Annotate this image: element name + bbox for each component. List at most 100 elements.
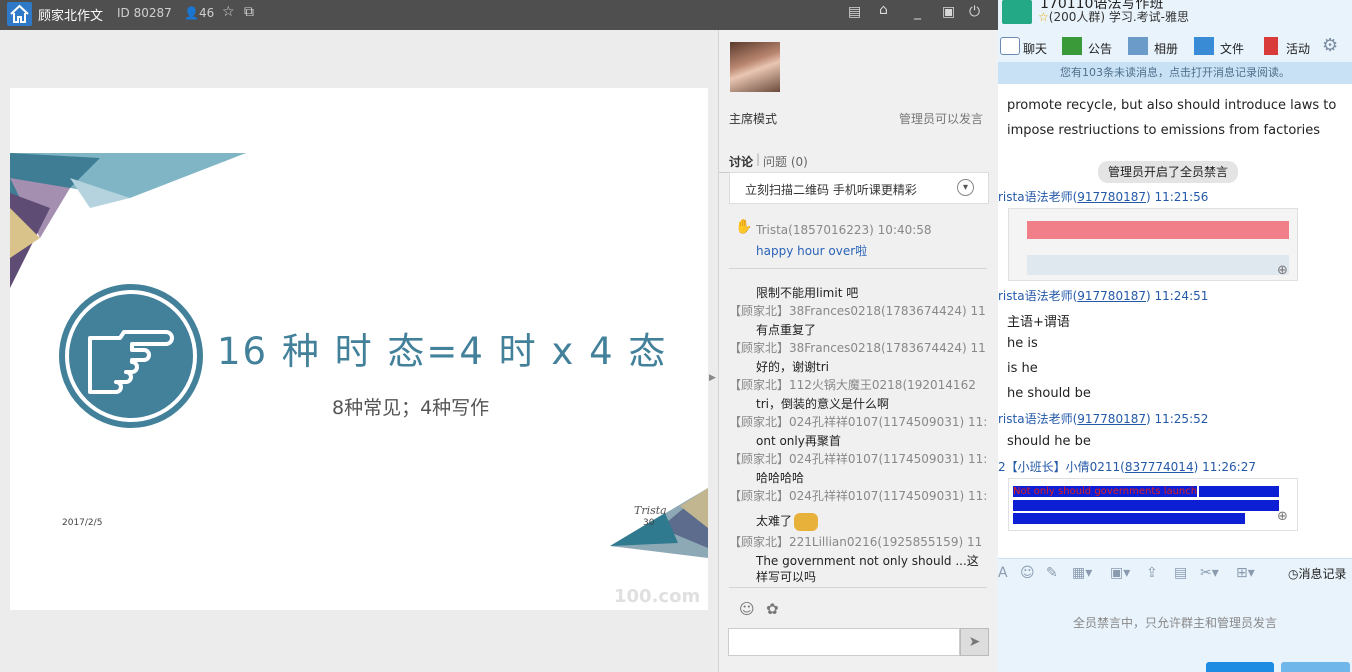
- muted-notice: 全员禁言中，只允许群主和管理员发言: [1072, 616, 1277, 630]
- slide-title: 16 种 时 态=4 时 x 4 态: [217, 330, 668, 373]
- zoom-in-icon[interactable]: ⊕: [1277, 509, 1288, 524]
- tab-files[interactable]: 文件: [1220, 40, 1244, 57]
- mode-label: 主席模式: [729, 112, 778, 126]
- message-text: 主语+谓语: [1007, 315, 1070, 330]
- send-icon[interactable]: ➤: [960, 628, 989, 656]
- notice-banner[interactable]: 立刻扫描二维码 手机听课更精彩 ▾: [729, 172, 989, 204]
- message-text: is he: [1007, 361, 1038, 376]
- highlight-bar: [1013, 513, 1245, 524]
- emoji-icon[interactable]: ☺: [739, 600, 755, 618]
- collapse-arrow-icon[interactable]: ▶: [709, 373, 716, 383]
- chat-sender: 【顾家北】112火锅大魔王0218(192014162: [729, 378, 976, 392]
- zoom-in-icon[interactable]: ⊕: [1277, 263, 1288, 278]
- message-text: he is: [1007, 336, 1038, 351]
- clock-icon: ◷: [1288, 567, 1299, 581]
- slide-subtitle: 8种常见；4种写作: [332, 397, 490, 419]
- chat-message: 限制不能用limit 吧: [756, 286, 859, 300]
- image-icon[interactable]: ▣▾: [1110, 565, 1130, 581]
- emoji-face-icon: [794, 512, 819, 531]
- message-text: he should be: [1007, 386, 1091, 401]
- scissors-icon[interactable]: ✂▾: [1200, 565, 1219, 581]
- group-logo-icon: [1002, 0, 1032, 24]
- font-icon[interactable]: A: [998, 565, 1008, 581]
- user-icon: 👤: [184, 6, 199, 20]
- gear-icon[interactable]: ⚙: [1322, 35, 1338, 56]
- chat-sender: 【顾家北】38Frances0218(1783674424) 11:: [729, 341, 987, 355]
- divider: [729, 587, 987, 588]
- message-image[interactable]: Not only should governments launch ⊕: [1008, 478, 1298, 531]
- chat-sender: 【顾家北】024孔祥祥0107(1174509031) 11:: [729, 489, 987, 503]
- chat-message: 好的，谢谢tri: [756, 360, 829, 374]
- notes-icon[interactable]: ▤: [848, 4, 861, 20]
- folder-icon: [1194, 37, 1214, 55]
- chat-message: tri，倒装的意义是什么啊: [756, 397, 889, 411]
- qq-group-window: 170110语法写作班 ☆(200人群) 学习.考试-雅思 聊天 公告 相册 文…: [998, 0, 1352, 672]
- text-snippet: [1027, 255, 1289, 275]
- chat-message: 样写可以吗: [756, 570, 817, 584]
- tab-questions[interactable]: 问题 (0): [763, 153, 808, 170]
- minimize-icon[interactable]: _: [914, 4, 921, 20]
- classroom-titlebar: 顾家北作文 ID 80287 👤46 ☆ ⧉ ▤ ⌂ _ ▣ ⏻: [0, 0, 998, 30]
- image-text: Not only should governments launch: [1013, 486, 1198, 497]
- slide-area: 16 种 时 态=4 时 x 4 态 8种常见；4种写作 2017/2/5 Tr…: [0, 30, 718, 672]
- message-header: rista语法老师(917780187) 11:25:52: [998, 412, 1209, 426]
- message-header: 2【小班长】小倩0211(837774014) 11:26:27: [998, 460, 1256, 474]
- star-icon[interactable]: ☆: [222, 4, 235, 20]
- activity-flag-icon: [1264, 37, 1278, 55]
- close-button[interactable]: [1206, 662, 1274, 672]
- chat-message: 哈哈哈哈: [756, 471, 805, 485]
- message-image[interactable]: ⊕: [1008, 208, 1298, 281]
- chat-input[interactable]: [728, 628, 960, 656]
- announcement-flag-icon: [1062, 37, 1082, 55]
- system-notice: 管理员开启了全员禁言: [1098, 161, 1239, 183]
- highlight-bar: [1199, 486, 1279, 497]
- tab-announcement[interactable]: 公告: [1088, 40, 1112, 57]
- more-icon[interactable]: ⊞▾: [1236, 565, 1255, 581]
- slide-date: 2017/2/5: [62, 518, 103, 528]
- room-name: 顾家北作文: [38, 9, 104, 24]
- room-id: ID 80287: [117, 6, 172, 20]
- chat-sender: 【顾家北】38Frances0218(1783674424) 11:: [729, 304, 987, 318]
- tab-activity[interactable]: 活动: [1286, 40, 1310, 57]
- share-icon[interactable]: ⧉: [244, 4, 254, 20]
- tab-chat[interactable]: 聊天: [1023, 40, 1047, 57]
- chat-sender: 【顾家北】024孔祥祥0107(1174509031) 11:: [729, 415, 987, 429]
- message-text: should he be: [1007, 434, 1091, 449]
- chevron-down-icon[interactable]: ▾: [957, 179, 974, 196]
- chat-bubble-icon: [1000, 37, 1020, 55]
- emoji-icon[interactable]: ☺: [1020, 565, 1035, 581]
- chat-message: 太难了: [756, 512, 819, 531]
- highlight-bar: [1027, 221, 1289, 239]
- message-history-button[interactable]: ◷消息记录: [1288, 565, 1347, 582]
- flower-icon[interactable]: ✿: [766, 600, 779, 618]
- album-icon: [1128, 37, 1148, 55]
- home-icon[interactable]: [7, 2, 32, 26]
- member-count: 👤46: [184, 6, 215, 20]
- message-header: rista语法老师(917780187) 11:24:51: [998, 289, 1209, 303]
- upload-icon[interactable]: ⇪: [1146, 565, 1158, 581]
- maximize-icon[interactable]: ▣: [942, 4, 955, 20]
- tab-album[interactable]: 相册: [1154, 40, 1178, 57]
- chat-sender: 【顾家北】024孔祥祥0107(1174509031) 11:: [729, 452, 987, 466]
- tab-discussion[interactable]: 讨论: [729, 153, 753, 170]
- notice-text: 立刻扫描二维码 手机听课更精彩: [745, 183, 917, 197]
- star-icon: ☆: [1038, 10, 1049, 24]
- power-icon[interactable]: ⏻: [969, 4, 980, 20]
- pinned-message: happy hour over啦: [756, 244, 868, 258]
- pin-icon: ✋: [735, 219, 753, 235]
- pinned-sender: Trista(1857016223) 10:40:58: [756, 223, 932, 237]
- chat-sender: 【顾家北】221Lillian0216(1925855159) 11: [729, 535, 983, 549]
- presentation-slide: 16 种 时 态=4 时 x 4 态 8种常见；4种写作 2017/2/5 Tr…: [10, 88, 708, 610]
- send-button[interactable]: [1281, 662, 1350, 672]
- magic-icon[interactable]: ✎: [1046, 565, 1058, 581]
- gift-icon[interactable]: ▦▾: [1072, 565, 1092, 581]
- chat-list: 限制不能用limit 吧 【顾家北】38Frances0218(17836744…: [719, 284, 987, 584]
- divider: [729, 268, 987, 269]
- chat-message: ont only再聚首: [756, 434, 841, 448]
- discussion-panel: 主席模式 管理员可以发言 讨论 | 问题 (0) 立刻扫描二维码 手机听课更精彩…: [718, 30, 998, 672]
- gift-box-icon[interactable]: ▤: [1174, 565, 1187, 581]
- admin-note: 管理员可以发言: [899, 112, 984, 126]
- skin-icon[interactable]: ⌂: [879, 2, 888, 18]
- unread-banner[interactable]: 您有103条未读消息，点击打开消息记录阅读。: [998, 62, 1352, 84]
- slide-signature: Trista: [634, 504, 667, 517]
